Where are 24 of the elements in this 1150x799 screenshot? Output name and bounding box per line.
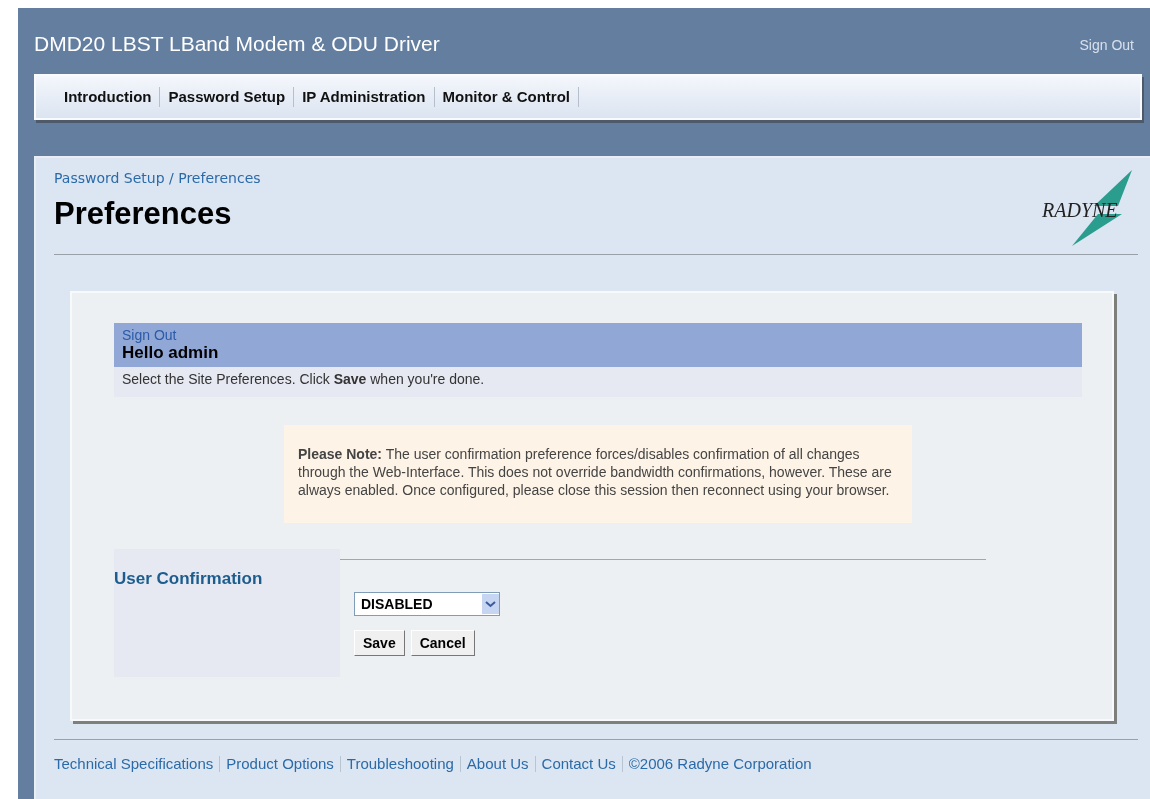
footer-link[interactable]: ©2006 Radyne Corporation [621, 756, 818, 772]
cancel-button[interactable]: Cancel [410, 630, 475, 656]
nav-tab[interactable]: Introduction [56, 87, 161, 107]
logo-drawing: RADYNE [1042, 170, 1138, 246]
confirmation-select[interactable]: DISABLED [354, 592, 500, 616]
footer-link[interactable]: About Us [459, 756, 535, 772]
page-title: Preferences [54, 196, 233, 232]
note-text: Please Note: The user confirmation preference forces/disables confirmation of all changes through the Web-Interface. This does not override bandwidth confirmations, however. These are always enabled. Once configured, please close this session then reconnect using your browser. [284, 425, 912, 523]
save-button[interactable]: Save [354, 630, 405, 656]
greeting: Hello admin [122, 343, 220, 363]
sign-out-link[interactable]: Sign Out [122, 327, 1074, 343]
footer-link[interactable]: Technical Specifications [54, 756, 220, 772]
nav-tab[interactable]: Monitor & Control [434, 87, 580, 107]
app-title: DMD20 LBST LBand Modem & ODU Driver [34, 31, 440, 56]
instruction-text: Select the Site Preferences. Click Save when you're done. [114, 367, 1082, 397]
field-label: User Confirmation [114, 569, 264, 589]
dropdown-icon [482, 594, 499, 614]
sign-out-link[interactable]: Sign Out [1079, 29, 1134, 53]
footer-link[interactable]: Product Options [219, 756, 340, 772]
nav-tab[interactable]: Password Setup [160, 87, 295, 107]
footer-link[interactable]: Contact Us [534, 756, 622, 772]
footer-link[interactable]: Troubleshooting [339, 756, 460, 772]
nav-tab[interactable]: IP Administration [294, 87, 435, 107]
breadcrumb-link[interactable]: Password Setup / Preferences [54, 170, 261, 186]
